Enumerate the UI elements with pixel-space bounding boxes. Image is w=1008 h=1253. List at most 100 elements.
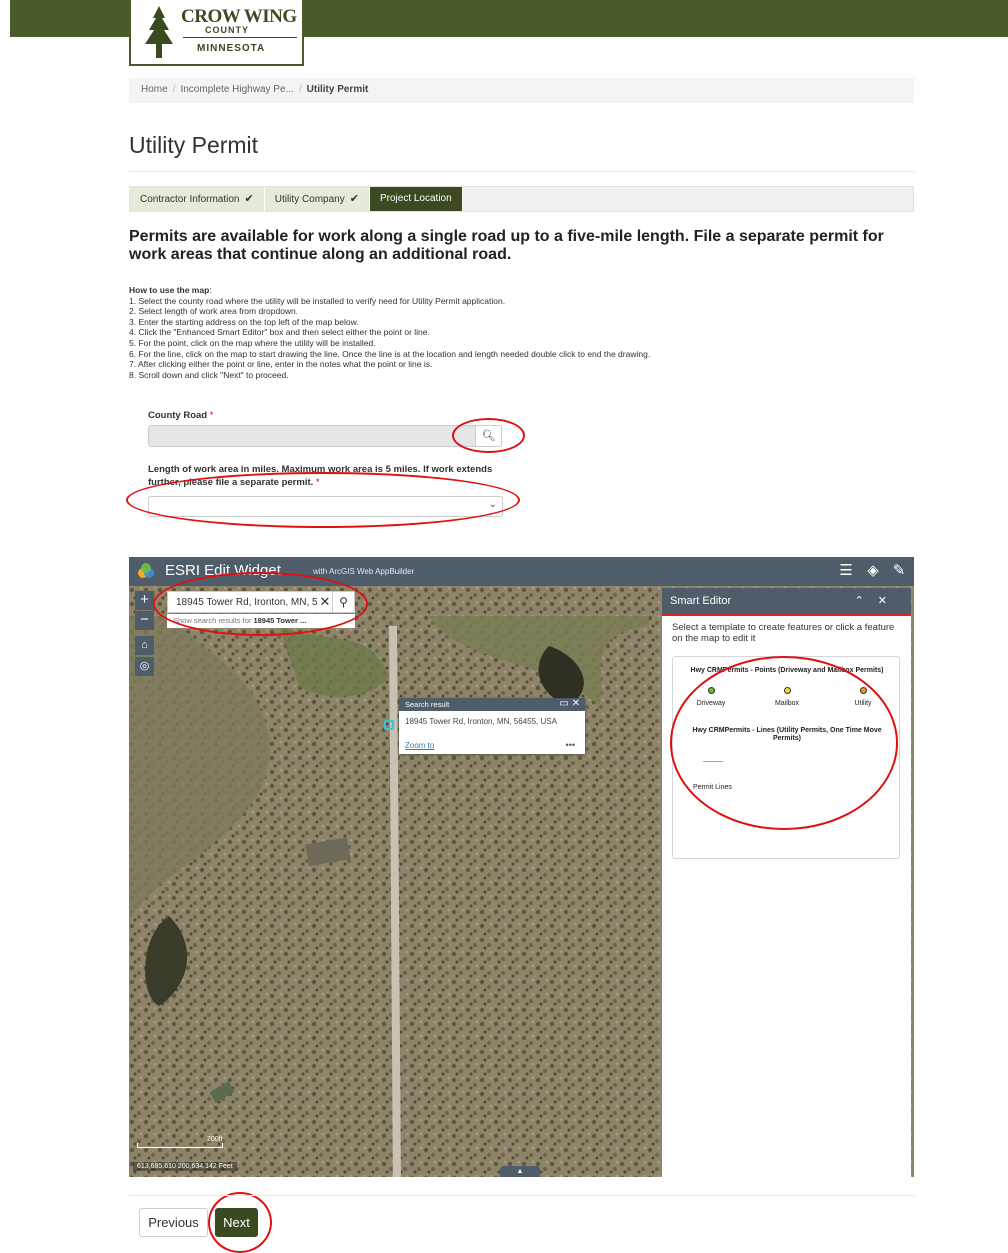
attribute-table-toggle[interactable]: ▲ (500, 1166, 540, 1177)
locate-icon[interactable]: ◎ (135, 657, 154, 676)
length-label-text: Length of work area in miles. Maximum wo… (148, 464, 493, 488)
logo-rule (183, 37, 297, 38)
template-mailbox[interactable]: Mailbox (757, 687, 817, 707)
county-road-search-button[interactable]: 🔍︎ (475, 425, 502, 447)
point-symbol-icon (707, 687, 715, 694)
scale-label: 200ft (207, 1136, 223, 1143)
howto-step: 8. Scroll down and click "Next" to proce… (129, 369, 289, 380)
check-icon: ✔ (244, 193, 254, 205)
wizard-steps: Contractor Information ✔ Utility Company ✔… (129, 186, 914, 212)
page-title: Utility Permit (129, 132, 259, 158)
template-utility[interactable]: Utility (833, 687, 893, 707)
search-suggestion[interactable]: Show search results for 18945 Tower ... (167, 614, 355, 628)
template-label: Utility (854, 700, 872, 707)
length-label: Length of work area in miles. Maximum wo… (148, 463, 518, 489)
zoom-out-button[interactable]: − (135, 611, 154, 630)
point-templates: Driveway Mailbox Utility (673, 687, 901, 707)
smart-editor-icon[interactable]: ✎ (890, 562, 908, 580)
widget-title: ESRI Edit Widget (165, 562, 281, 579)
howto-step: 4. Click the "Enhanced Smart Editor" box… (129, 327, 430, 338)
howto-step: 7. After clicking either the point or li… (129, 359, 433, 370)
popup-address: 18945 Tower Rd, Ironton, MN, 56455, USA (405, 717, 557, 726)
coordinate-readout: 613,685.610 200,634.142 Feet (133, 1162, 237, 1171)
more-icon[interactable]: ••• (566, 740, 575, 750)
breadcrumb-current: Utility Permit (306, 84, 369, 95)
check-icon: ✔ (349, 193, 359, 205)
template-driveway[interactable]: Driveway (681, 687, 741, 707)
howto-step: 6. For the line, click on the map to sta… (129, 348, 651, 359)
next-button[interactable]: Next (215, 1208, 258, 1237)
step-label: Project Location (379, 193, 452, 204)
point-symbol-icon (859, 687, 867, 694)
breadcrumb: Home / Incomplete Highway Pe... / Utility Pe… (129, 78, 914, 103)
map-search-box: 18945 Tower Rd, Ironton, MN, 56 ✕ ⚲ (167, 591, 355, 613)
county-logo[interactable]: CROW WING COUNTY MINNESOTA (129, 0, 304, 66)
permit-notice: Permits are available for work along a s… (129, 228, 884, 263)
howto-step: 2. Select length of work area from dropd… (129, 306, 299, 317)
smart-editor-title: Smart Editor (670, 595, 732, 607)
required-mark: * (209, 410, 214, 421)
scale-bar-line (137, 1143, 223, 1148)
points-caption: Hwy CRMPermits - Points (Driveway and Ma… (690, 667, 884, 674)
template-permit-lines[interactable]: Permit Lines (693, 761, 732, 794)
zoom-to-link[interactable]: Zoom to (405, 741, 434, 750)
logo-line3: MINNESOTA (197, 43, 266, 54)
previous-button[interactable]: Previous (139, 1208, 208, 1237)
list-icon[interactable]: ☰ (837, 562, 855, 580)
template-label: Driveway (696, 700, 726, 707)
step-contractor-information[interactable]: Contractor Information ✔ (130, 187, 265, 211)
step-utility-company[interactable]: Utility Company ✔ (264, 187, 370, 211)
popup-header: Search result ▭ ✕ (399, 698, 585, 711)
search-result-marker[interactable] (384, 720, 394, 730)
clear-icon[interactable]: ✕ (318, 594, 332, 610)
widget-title-bar: ESRI Edit Widget with ArcGIS Web AppBuil… (129, 557, 914, 586)
divider (129, 1195, 914, 1196)
layers-icon[interactable]: ◈ (864, 562, 882, 580)
how-to-instructions: How to use the map: 1. Select the county… (129, 285, 909, 380)
county-road-input[interactable] (148, 425, 476, 447)
esri-edit-widget: ESRI Edit Widget with ArcGIS Web AppBuil… (129, 557, 914, 1177)
panel-collapse-close-icons[interactable]: ⌃✕ (855, 594, 901, 607)
arcgis-logo-icon (138, 563, 154, 578)
map-nav-controls: + − ⌂ ◎ (135, 591, 154, 677)
smart-editor-panel: Smart Editor ⌃✕ Select a template to cre… (662, 588, 911, 1177)
howto-colon: : (209, 285, 212, 295)
popup-maximize-close-icons[interactable]: ▭ ✕ (559, 698, 580, 709)
home-icon[interactable]: ⌂ (135, 636, 154, 655)
lines-caption: Hwy CRMPermits - Lines (Utility Permits,… (692, 727, 882, 742)
search-icon[interactable]: ⚲ (332, 592, 354, 612)
search-result-popup: Search result ▭ ✕ 18945 Tower Rd, Ironton… (399, 698, 585, 754)
pine-tree-icon (145, 6, 173, 58)
breadcrumb-sep: / (298, 84, 302, 95)
zoom-in-button[interactable]: + (135, 591, 154, 610)
breadcrumb-parent[interactable]: Incomplete Highway Pe... (180, 84, 293, 95)
length-select[interactable]: ⌄ (148, 496, 503, 517)
line-symbol-icon (703, 761, 723, 762)
widget-subtitle: with ArcGIS Web AppBuilder (313, 567, 415, 576)
smart-editor-header: Smart Editor ⌃✕ (662, 588, 911, 616)
divider (129, 171, 914, 172)
popup-title: Search result (405, 700, 450, 709)
breadcrumb-sep: / (172, 84, 176, 95)
logo-line2: COUNTY (205, 25, 249, 35)
map-search-input[interactable]: 18945 Tower Rd, Ironton, MN, 56 (168, 597, 318, 608)
howto-step: 5. For the point, click on the map where… (129, 337, 376, 348)
template-label: Mailbox (774, 700, 800, 707)
smart-editor-description: Select a template to create features or … (672, 622, 895, 644)
chevron-down-icon: ⌄ (488, 499, 497, 510)
county-road-label-text: County Road (148, 410, 208, 421)
howto-step: 3. Enter the starting address on the top… (129, 316, 359, 327)
county-road-label: County Road * (148, 410, 213, 421)
step-label: Contractor Information (140, 194, 240, 205)
search-icon: 🔍︎ (481, 430, 496, 442)
template-picker: Hwy CRMPermits - Points (Driveway and Ma… (672, 656, 900, 859)
template-label: Permit Lines (693, 784, 732, 791)
step-project-location[interactable]: Project Location (369, 187, 463, 211)
breadcrumb-home[interactable]: Home (141, 84, 168, 95)
howto-heading: How to use the map (129, 285, 210, 295)
howto-step: 1. Select the county road where the util… (129, 295, 506, 306)
point-symbol-icon (783, 687, 791, 694)
suggestion-prefix: Show search results for (173, 616, 252, 625)
step-label: Utility Company (274, 194, 345, 205)
suggestion-bold: 18945 Tower ... (253, 616, 307, 625)
